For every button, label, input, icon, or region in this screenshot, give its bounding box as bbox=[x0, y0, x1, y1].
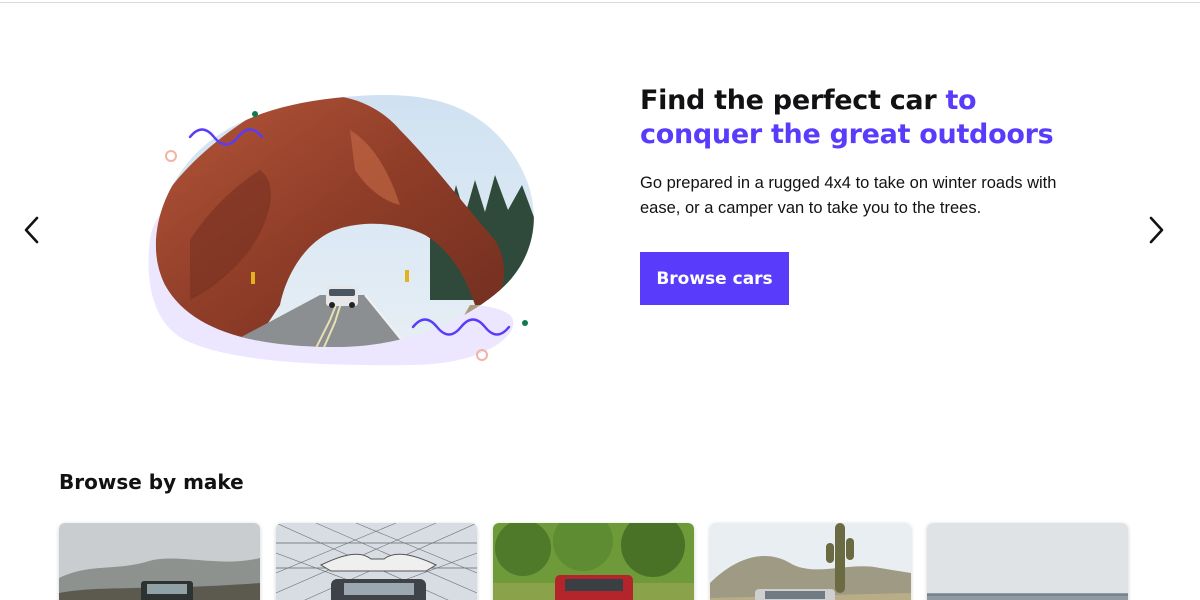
browse-by-make-title: Browse by make bbox=[59, 470, 244, 494]
hero-copy: Find the perfect car to conquer the grea… bbox=[640, 84, 1100, 305]
jeep-in-mountains-photo bbox=[59, 523, 260, 600]
carousel-prev-button[interactable] bbox=[16, 213, 48, 247]
hero-description: Go prepared in a rugged 4x4 to take on w… bbox=[640, 174, 1057, 217]
hero-title-main: Find the perfect car bbox=[640, 85, 946, 116]
page: Find the perfect car to conquer the grea… bbox=[0, 0, 1200, 600]
red-rock-arch-road-photo bbox=[148, 94, 534, 366]
make-card-4[interactable] bbox=[710, 523, 911, 600]
carousel-next-button[interactable] bbox=[1140, 213, 1172, 247]
make-card-2[interactable] bbox=[276, 523, 477, 600]
hero-illustration bbox=[130, 90, 550, 375]
make-card-5[interactable] bbox=[927, 523, 1128, 600]
make-card-3[interactable] bbox=[493, 523, 694, 600]
red-car-in-forest-photo bbox=[493, 523, 694, 600]
chevron-right-icon bbox=[1149, 216, 1164, 244]
make-card-row bbox=[59, 523, 1139, 600]
coastal-road-photo bbox=[927, 523, 1128, 600]
make-card-1[interactable] bbox=[59, 523, 260, 600]
browse-cars-button[interactable]: Browse cars bbox=[640, 252, 789, 305]
top-divider bbox=[0, 0, 1200, 3]
chevron-left-icon bbox=[24, 216, 39, 244]
gullwing-suv-photo bbox=[276, 523, 477, 600]
hero-title: Find the perfect car to conquer the grea… bbox=[640, 84, 1100, 152]
car-in-desert-photo bbox=[710, 523, 911, 600]
